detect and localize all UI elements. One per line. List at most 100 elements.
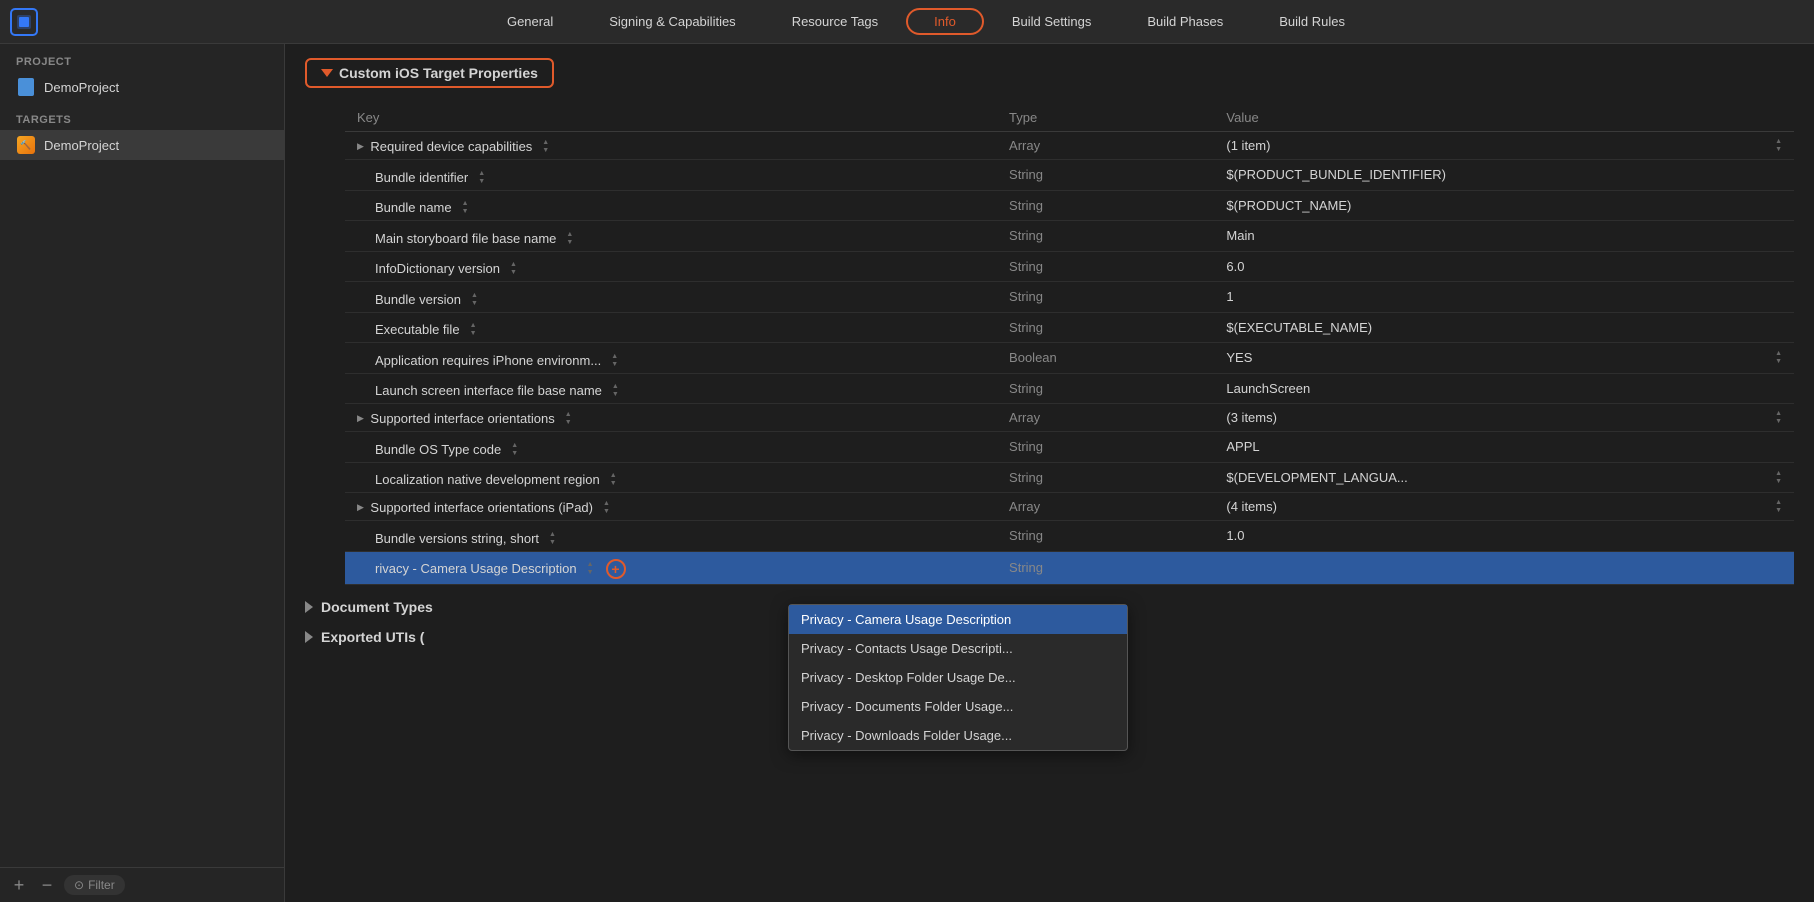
sidebar-item-target[interactable]: 🔨 DemoProject: [0, 130, 284, 160]
table-row[interactable]: Executable file▲▼String$(EXECUTABLE_NAME…: [345, 312, 1794, 343]
key-cell: Bundle versions string, short▲▼: [345, 521, 997, 552]
expand-exported-utis-icon: [305, 631, 313, 643]
sort-arrows-icon: ▲▼: [566, 231, 573, 246]
autocomplete-item[interactable]: Privacy - Downloads Folder Usage...: [789, 721, 1127, 750]
expand-row-icon: ▶: [357, 413, 366, 424]
value-stepper-icon[interactable]: ▲▼: [1775, 410, 1782, 425]
app-logo: [10, 8, 38, 36]
type-cell: String: [997, 373, 1214, 404]
value-cell: (1 item)▲▼: [1214, 132, 1794, 160]
sort-arrows-icon: ▲▼: [603, 500, 610, 515]
table-row[interactable]: Bundle OS Type code▲▼StringAPPL: [345, 432, 1794, 463]
expand-row-icon: ▶: [357, 141, 366, 152]
table-row[interactable]: rivacy - Camera Usage Description ▲▼ + Stri…: [345, 551, 1794, 584]
value-stepper-icon[interactable]: ▲▼: [1775, 470, 1782, 485]
key-cell: rivacy - Camera Usage Description ▲▼ +: [345, 551, 997, 584]
sort-arrows-icon: ▲▼: [612, 383, 619, 398]
type-cell: String: [997, 282, 1214, 313]
value-input[interactable]: [1226, 560, 1782, 575]
key-text: Bundle identifier: [375, 170, 468, 185]
table-row[interactable]: Launch screen interface file base name▲▼…: [345, 373, 1794, 404]
table-row[interactable]: Localization native development region ▲▼…: [345, 462, 1794, 493]
key-text: rivacy - Camera Usage Description: [375, 561, 577, 576]
table-row[interactable]: ▶ Required device capabilities▲▼Array(1 …: [345, 132, 1794, 160]
value-stepper-icon[interactable]: ▲▼: [1775, 499, 1782, 514]
table-row[interactable]: ▶ Supported interface orientations▲▼Arra…: [345, 404, 1794, 432]
value-cell: (4 items)▲▼: [1214, 493, 1794, 521]
table-row[interactable]: Bundle identifier ▲▼ String$(PRODUCT_BUNDL…: [345, 160, 1794, 191]
expand-document-types-icon: [305, 601, 313, 613]
table-row[interactable]: Application requires iPhone environm... ▲…: [345, 343, 1794, 374]
value-cell: YES▲▼: [1214, 343, 1794, 374]
tab-build-rules[interactable]: Build Rules: [1251, 8, 1373, 35]
type-cell: String: [997, 312, 1214, 343]
key-text: Required device capabilities: [370, 139, 532, 154]
tab-general[interactable]: General: [479, 8, 581, 35]
key-text: Application requires iPhone environm...: [375, 353, 601, 368]
properties-table: Key Type Value ▶ Required device capabil…: [345, 104, 1794, 585]
top-navigation: General Signing & Capabilities Resource …: [0, 0, 1814, 44]
type-cell: String: [997, 251, 1214, 282]
sidebar-item-project[interactable]: DemoProject: [0, 72, 284, 102]
tab-info[interactable]: Info: [906, 8, 984, 35]
table-row[interactable]: Main storyboard file base name▲▼StringMa…: [345, 221, 1794, 252]
add-button[interactable]: +: [8, 874, 30, 896]
nav-tab-bar: General Signing & Capabilities Resource …: [48, 8, 1804, 35]
value-cell: 1: [1214, 282, 1794, 313]
table-row[interactable]: Bundle versions string, short▲▼String1.0: [345, 521, 1794, 552]
type-cell: Boolean: [997, 343, 1214, 374]
key-text: Executable file: [375, 322, 460, 337]
section-title: Custom iOS Target Properties: [339, 65, 538, 81]
type-cell: String: [997, 521, 1214, 552]
section-header-toggle[interactable]: Custom iOS Target Properties: [305, 58, 554, 88]
type-cell: Array: [997, 493, 1214, 521]
table-row[interactable]: ▶ Supported interface orientations (iPad…: [345, 493, 1794, 521]
key-cell: InfoDictionary version▲▼: [345, 251, 997, 282]
value-cell: $(PRODUCT_BUNDLE_IDENTIFIER): [1214, 160, 1794, 191]
key-text: Bundle OS Type code: [375, 442, 501, 457]
sidebar-bottom-bar: + − ⊙ Filter: [0, 867, 284, 902]
tab-build-phases[interactable]: Build Phases: [1119, 8, 1251, 35]
autocomplete-item[interactable]: Privacy - Desktop Folder Usage De...: [789, 663, 1127, 692]
key-text: InfoDictionary version: [375, 261, 500, 276]
sidebar-project-name: DemoProject: [44, 80, 119, 95]
filter-label: Filter: [88, 878, 115, 892]
sort-arrows-icon: ▲▼: [565, 411, 572, 426]
key-cell: Bundle name▲▼: [345, 190, 997, 221]
table-row[interactable]: Bundle name▲▼String$(PRODUCT_NAME): [345, 190, 1794, 221]
tab-signing[interactable]: Signing & Capabilities: [581, 8, 763, 35]
project-section-label: PROJECT: [0, 44, 284, 72]
value-cell: (3 items)▲▼: [1214, 404, 1794, 432]
autocomplete-item[interactable]: Privacy - Camera Usage Description: [789, 605, 1127, 634]
key-text: Localization native development region: [375, 472, 600, 487]
content-area: Custom iOS Target Properties Key Type Va…: [285, 44, 1814, 902]
table-row[interactable]: InfoDictionary version▲▼String6.0: [345, 251, 1794, 282]
filter-button[interactable]: ⊙ Filter: [64, 875, 125, 895]
sidebar-target-name: DemoProject: [44, 138, 119, 153]
sort-arrows-icon: ▲▼: [549, 531, 556, 546]
type-cell: String: [997, 551, 1214, 584]
sort-arrows-icon: ▲▼: [587, 561, 594, 576]
project-icon: [16, 77, 36, 97]
value-stepper-icon[interactable]: ▲▼: [1775, 138, 1782, 153]
tab-build-settings[interactable]: Build Settings: [984, 8, 1120, 35]
autocomplete-item[interactable]: Privacy - Contacts Usage Descripti...: [789, 634, 1127, 663]
key-cell: Main storyboard file base name▲▼: [345, 221, 997, 252]
sort-arrows-icon: ▲▼: [542, 139, 549, 154]
sidebar: PROJECT DemoProject TARGETS 🔨 DemoProjec…: [0, 44, 285, 902]
sort-arrows-icon: ▲▼: [478, 170, 485, 185]
section-header: Custom iOS Target Properties: [305, 58, 1794, 88]
add-row-button[interactable]: +: [606, 559, 626, 579]
tab-resource-tags[interactable]: Resource Tags: [764, 8, 906, 35]
autocomplete-item[interactable]: Privacy - Documents Folder Usage...: [789, 692, 1127, 721]
key-cell: ▶ Supported interface orientations ▲▼: [345, 404, 997, 432]
key-text: Supported interface orientations: [370, 411, 554, 426]
value-stepper-icon[interactable]: ▲▼: [1775, 350, 1782, 365]
type-cell: String: [997, 160, 1214, 191]
key-text: Bundle version: [375, 292, 461, 307]
remove-button[interactable]: −: [36, 874, 58, 896]
value-cell[interactable]: [1214, 551, 1794, 584]
value-cell: 6.0: [1214, 251, 1794, 282]
table-row[interactable]: Bundle version▲▼String1: [345, 282, 1794, 313]
exported-utis-label: Exported UTIs (: [321, 629, 424, 645]
